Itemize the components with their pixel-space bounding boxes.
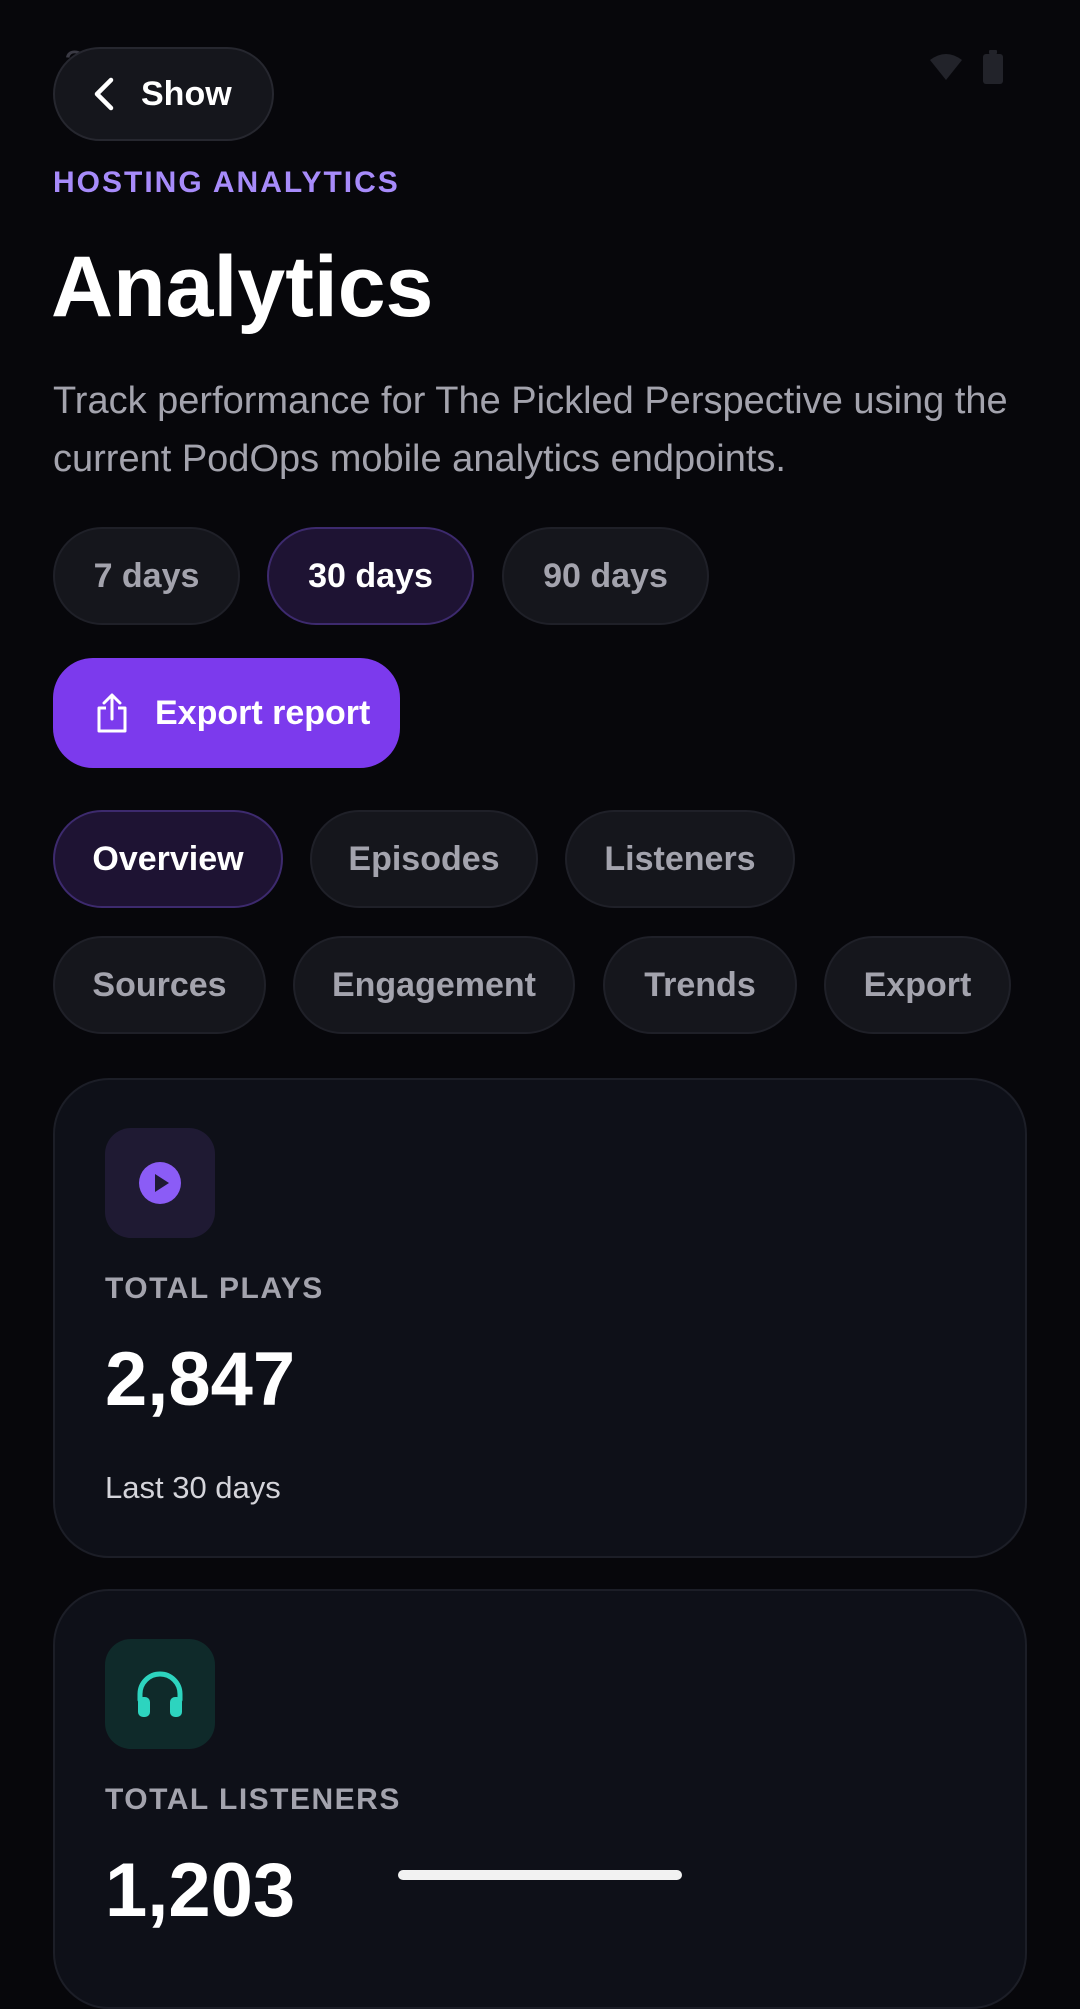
home-indicator[interactable] bbox=[398, 1870, 682, 1880]
tab-trends[interactable]: Trends bbox=[603, 936, 797, 1034]
tab-engagement[interactable]: Engagement bbox=[293, 936, 575, 1034]
tab-listeners[interactable]: Listeners bbox=[565, 810, 795, 908]
page-title: Analytics bbox=[51, 239, 434, 335]
metric-label: TOTAL LISTENERS bbox=[105, 1783, 401, 1816]
headphones-icon bbox=[137, 1671, 183, 1717]
wifi-icon bbox=[930, 54, 962, 80]
range-chip-label: 90 days bbox=[543, 556, 668, 595]
battery-icon bbox=[983, 50, 1003, 84]
chevron-left-icon bbox=[94, 77, 114, 111]
page-subtitle: Track performance for The Pickled Perspe… bbox=[53, 380, 1008, 480]
tab-label: Engagement bbox=[331, 965, 537, 1004]
range-chip-90-days[interactable]: 90 days bbox=[502, 527, 709, 625]
tab-label: Overview bbox=[92, 839, 244, 878]
tab-sources[interactable]: Sources bbox=[53, 936, 266, 1034]
tab-export[interactable]: Export bbox=[824, 936, 1011, 1034]
tab-overview[interactable]: Overview bbox=[53, 810, 283, 908]
tab-label: Listeners bbox=[604, 839, 756, 878]
range-chip-30-days[interactable]: 30 days bbox=[267, 527, 474, 625]
range-chip-7-days[interactable]: 7 days bbox=[53, 527, 240, 625]
section-eyebrow: HOSTING ANALYTICS bbox=[53, 166, 400, 199]
metric-card-total-listeners: TOTAL LISTENERS 1,203 bbox=[53, 1589, 1027, 2009]
tab-label: Sources bbox=[92, 965, 227, 1004]
metric-icon-box bbox=[105, 1128, 215, 1238]
metric-card-total-plays: TOTAL PLAYS 2,847 Last 30 days bbox=[53, 1078, 1027, 1558]
metric-label: TOTAL PLAYS bbox=[105, 1272, 324, 1305]
metric-value: 2,847 bbox=[105, 1337, 296, 1422]
back-button[interactable]: Show bbox=[53, 47, 274, 141]
share-icon bbox=[97, 693, 127, 733]
tab-label: Trends bbox=[644, 965, 756, 1004]
tab-episodes[interactable]: Episodes bbox=[310, 810, 538, 908]
range-chip-label: 30 days bbox=[308, 556, 433, 595]
tab-label: Episodes bbox=[348, 839, 500, 878]
tab-label: Export bbox=[863, 965, 972, 1004]
export-report-button[interactable]: Export report bbox=[53, 658, 400, 768]
play-circle-icon bbox=[139, 1162, 181, 1204]
metric-value: 1,203 bbox=[105, 1848, 296, 1933]
export-report-label: Export report bbox=[155, 693, 371, 732]
status-icons bbox=[928, 50, 1004, 84]
range-chip-label: 7 days bbox=[93, 556, 200, 595]
metric-note: Last 30 days bbox=[105, 1470, 281, 1505]
metric-icon-box bbox=[105, 1639, 215, 1749]
back-button-label: Show bbox=[141, 74, 232, 113]
